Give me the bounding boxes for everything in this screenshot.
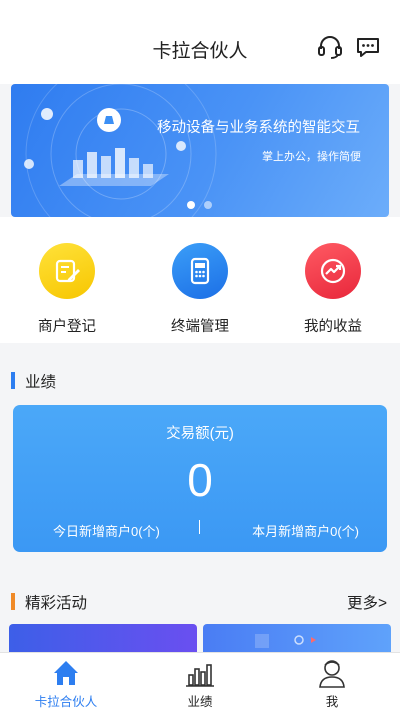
activities-section-header: 精彩活动 更多> bbox=[0, 580, 400, 622]
header: 卡拉合伙人 bbox=[0, 0, 400, 84]
activity-card[interactable] bbox=[9, 624, 197, 654]
my-earnings-button[interactable]: 我的收益 bbox=[288, 243, 378, 336]
section-title: 精彩活动 bbox=[25, 595, 88, 612]
section-title: 业绩 bbox=[25, 374, 57, 391]
activity-illustration bbox=[255, 634, 316, 648]
today-new-merchants: 今日新增商户0(个) bbox=[53, 524, 160, 539]
pos-terminal-icon bbox=[172, 243, 228, 299]
tab-partner-home[interactable]: 卡拉合伙人 bbox=[16, 657, 116, 710]
tab-label: 业绩 bbox=[187, 695, 213, 709]
tab-label: 卡拉合伙人 bbox=[34, 695, 98, 709]
chat-icon[interactable] bbox=[354, 34, 382, 60]
quick-action-label: 商户登记 bbox=[38, 319, 96, 335]
more-link[interactable]: 更多> bbox=[347, 591, 387, 613]
banner-subtitle: 掌上办公，操作简便 bbox=[262, 151, 361, 163]
quick-actions: 商户登记 终端管理 我的收益 bbox=[0, 217, 400, 343]
tab-me[interactable]: 我 bbox=[282, 657, 382, 710]
merchant-register-button[interactable]: 商户登记 bbox=[22, 243, 112, 336]
promo-banner[interactable]: 移动设备与业务系统的智能交互 掌上办公，操作简便 bbox=[11, 84, 389, 217]
bar-chart-icon bbox=[183, 657, 217, 689]
section-marker bbox=[11, 372, 15, 389]
transaction-amount-value: 0 bbox=[187, 454, 213, 506]
divider bbox=[199, 520, 200, 534]
activity-card[interactable] bbox=[203, 624, 391, 654]
section-marker bbox=[11, 593, 15, 610]
performance-card[interactable]: 交易额(元) 0 今日新增商户0(个) 本月新增商户0(个) bbox=[13, 405, 387, 552]
transaction-amount-label: 交易额(元) bbox=[166, 426, 234, 442]
tab-label: 我 bbox=[325, 695, 339, 709]
bottom-tab-bar: 卡拉合伙人 业绩 我 bbox=[0, 652, 400, 710]
edit-icon bbox=[39, 243, 95, 299]
quick-action-label: 终端管理 bbox=[171, 319, 229, 335]
home-icon bbox=[49, 657, 83, 689]
carousel-dot[interactable] bbox=[204, 201, 212, 209]
terminal-management-button[interactable]: 终端管理 bbox=[155, 243, 245, 336]
month-new-merchants: 本月新增商户0(个) bbox=[252, 524, 359, 539]
tab-performance[interactable]: 业绩 bbox=[150, 657, 250, 710]
performance-section-header: 业绩 bbox=[0, 359, 400, 401]
user-icon bbox=[315, 657, 349, 689]
banner-title: 移动设备与业务系统的智能交互 bbox=[157, 120, 360, 136]
headset-icon[interactable] bbox=[316, 34, 344, 60]
quick-action-label: 我的收益 bbox=[304, 319, 362, 335]
carousel-dot-active[interactable] bbox=[187, 201, 195, 209]
trend-chart-icon bbox=[305, 243, 361, 299]
